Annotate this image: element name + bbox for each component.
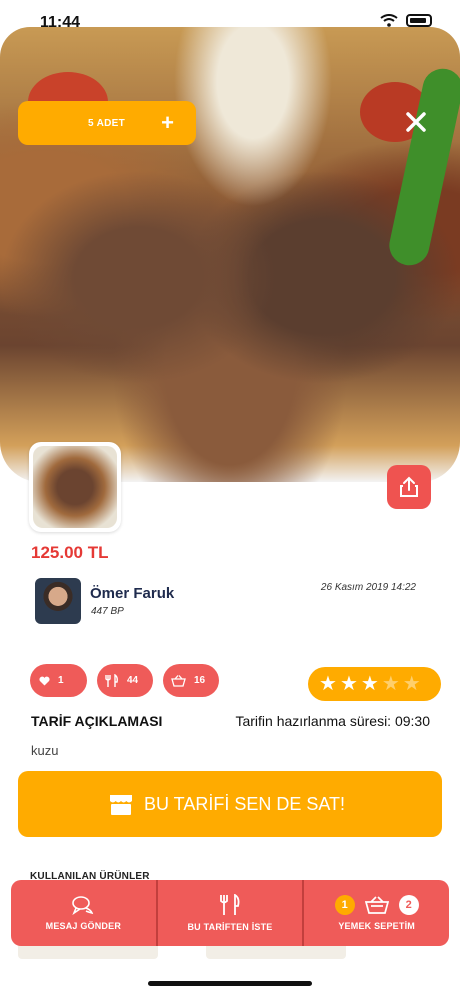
price: 125.00 TL bbox=[31, 543, 109, 562]
home-indicator[interactable] bbox=[148, 981, 312, 986]
request-recipe-label: BU TARİFTEN İSTE bbox=[187, 922, 273, 932]
sell-recipe-label: BU TARİFİ SEN DE SAT! bbox=[144, 793, 346, 814]
store-icon bbox=[110, 795, 132, 815]
user-points: 447 BP bbox=[91, 606, 124, 617]
bottom-action-bar: MESAJ GÖNDER BU TARİFTEN İSTE 1 2 YEMEK … bbox=[11, 880, 449, 946]
food-basket-label: YEMEK SEPETİM bbox=[338, 921, 415, 931]
fork-knife-icon bbox=[220, 894, 240, 915]
request-recipe-button[interactable]: BU TARİFTEN İSTE bbox=[155, 880, 303, 946]
share-button[interactable] bbox=[387, 465, 431, 509]
send-message-label: MESAJ GÖNDER bbox=[45, 921, 122, 931]
avatar[interactable] bbox=[35, 578, 81, 624]
likes-button[interactable]: 1 bbox=[30, 664, 87, 697]
description-title: TARİF AÇIKLAMASI bbox=[31, 713, 163, 729]
fork-knife-icon bbox=[105, 673, 118, 687]
post-date: 26 Kasım 2019 14:22 bbox=[320, 582, 416, 593]
plus-icon: + bbox=[161, 110, 174, 135]
recipe-hero-image bbox=[0, 27, 460, 482]
forks-count: 44 bbox=[127, 675, 139, 686]
share-icon bbox=[400, 476, 418, 497]
quantity-add-button[interactable]: 5 ADET + bbox=[18, 101, 196, 145]
star-5-icon[interactable]: ★ bbox=[403, 674, 421, 694]
food-basket-button[interactable]: 1 2 YEMEK SEPETİM bbox=[302, 880, 449, 946]
user-name[interactable]: Ömer Faruk bbox=[90, 585, 174, 602]
baskets-button[interactable]: 16 bbox=[163, 664, 219, 697]
description-text: kuzu bbox=[31, 743, 59, 758]
prep-time: Tarifin hazırlanma süresi: 09:30 bbox=[235, 713, 430, 729]
basket-badge-white: 2 bbox=[398, 895, 419, 915]
likes-count: 1 bbox=[58, 675, 64, 686]
battery-icon bbox=[406, 14, 432, 27]
close-button[interactable] bbox=[402, 108, 430, 136]
forks-button[interactable]: 44 bbox=[97, 664, 153, 697]
basket-icon bbox=[364, 896, 389, 914]
star-1-icon[interactable]: ★ bbox=[319, 674, 337, 694]
baskets-count: 16 bbox=[194, 675, 206, 686]
send-message-button[interactable]: MESAJ GÖNDER bbox=[11, 880, 156, 946]
star-3-icon[interactable]: ★ bbox=[361, 674, 379, 694]
recipe-thumbnail[interactable] bbox=[29, 442, 121, 532]
sell-recipe-button[interactable]: BU TARİFİ SEN DE SAT! bbox=[18, 771, 442, 837]
basket-icon bbox=[171, 674, 186, 687]
status-bar: 11:44 bbox=[0, 0, 460, 40]
basket-badge-yellow: 1 bbox=[334, 895, 355, 915]
quantity-label: 5 ADET bbox=[88, 117, 125, 129]
status-icons bbox=[380, 14, 432, 27]
star-2-icon[interactable]: ★ bbox=[340, 674, 358, 694]
close-icon bbox=[406, 112, 426, 132]
star-rating[interactable]: ★ ★ ★ ★ ★ bbox=[308, 667, 441, 701]
recipe-thumbnail-image bbox=[33, 446, 117, 528]
heart-icon bbox=[39, 676, 50, 686]
status-time: 11:44 bbox=[40, 14, 81, 31]
chat-bubbles-icon bbox=[72, 896, 94, 915]
star-4-icon[interactable]: ★ bbox=[382, 674, 400, 694]
wifi-icon bbox=[380, 14, 398, 27]
